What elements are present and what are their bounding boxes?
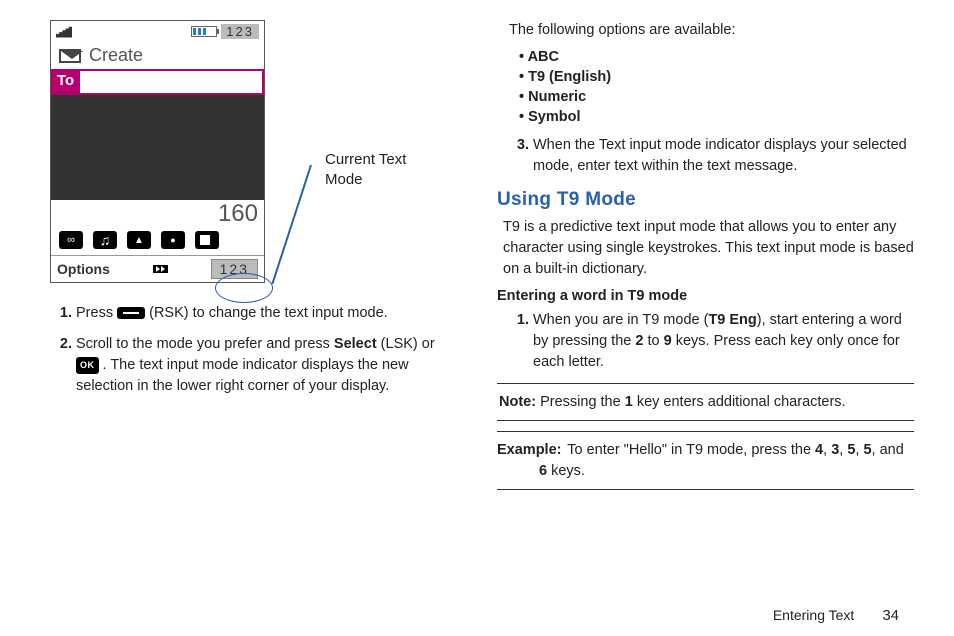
- step-3: When the Text input mode indicator displ…: [533, 135, 914, 177]
- option-t9: T9 (English): [519, 69, 914, 85]
- signal-icon: [56, 26, 72, 38]
- battery-icon: [191, 26, 217, 37]
- rsk-key-icon: [117, 307, 145, 319]
- callout-leader-line: [271, 165, 311, 284]
- softkey-center[interactable]: [153, 265, 168, 273]
- text-mode-indicator-top: 123: [221, 24, 259, 39]
- mail-icon: [59, 49, 81, 63]
- note-box: Note: Pressing the 1 key enters addition…: [497, 383, 914, 421]
- option-symbol: Symbol: [519, 109, 914, 125]
- callout-label: Current Text Mode: [325, 150, 406, 191]
- step-1: Press (RSK) to change the text input mod…: [76, 303, 457, 324]
- message-body-input[interactable]: [51, 95, 264, 200]
- step-2: Scroll to the mode you prefer and press …: [76, 334, 457, 397]
- t9-step-1: When you are in T9 mode (T9 Eng), start …: [533, 310, 914, 373]
- to-input[interactable]: [80, 69, 264, 95]
- screen-title: Create: [89, 45, 143, 66]
- right-step-list: When the Text input mode indicator displ…: [497, 135, 914, 177]
- page-footer: Entering Text 34: [773, 607, 899, 624]
- status-bar: 123: [51, 21, 264, 42]
- footer-page-number: 34: [882, 607, 899, 624]
- softkey-right[interactable]: 123: [211, 259, 258, 279]
- input-mode-options: ABC T9 (English) Numeric Symbol: [497, 49, 914, 125]
- option-abc: ABC: [519, 49, 914, 65]
- char-counter: 160: [51, 200, 264, 228]
- t9-step-list: When you are in T9 mode (T9 Eng), start …: [497, 310, 914, 373]
- screen-title-bar: Create: [51, 42, 264, 69]
- music-icon[interactable]: [93, 231, 117, 249]
- options-intro: The following options are available:: [497, 20, 914, 41]
- footer-section: Entering Text: [773, 607, 854, 623]
- phone-mock: 123 Create To 160: [50, 20, 265, 283]
- record-icon[interactable]: [59, 231, 83, 249]
- camera-icon[interactable]: [161, 231, 185, 249]
- video-icon[interactable]: [195, 231, 219, 249]
- left-step-list: Press (RSK) to change the text input mod…: [40, 303, 457, 397]
- option-numeric: Numeric: [519, 89, 914, 105]
- softkey-left[interactable]: Options: [57, 261, 110, 277]
- section-heading: Using T9 Mode: [497, 189, 914, 211]
- t9-paragraph: T9 is a predictive text input mode that …: [503, 217, 914, 280]
- t9-subheading: Entering a word in T9 mode: [497, 288, 914, 304]
- to-label: To: [51, 69, 80, 95]
- ok-key-icon: OK: [76, 357, 99, 374]
- media-toolbar: [51, 228, 264, 255]
- example-box: Example: To enter "Hello" in T9 mode, pr…: [497, 431, 914, 490]
- image-icon[interactable]: [127, 231, 151, 249]
